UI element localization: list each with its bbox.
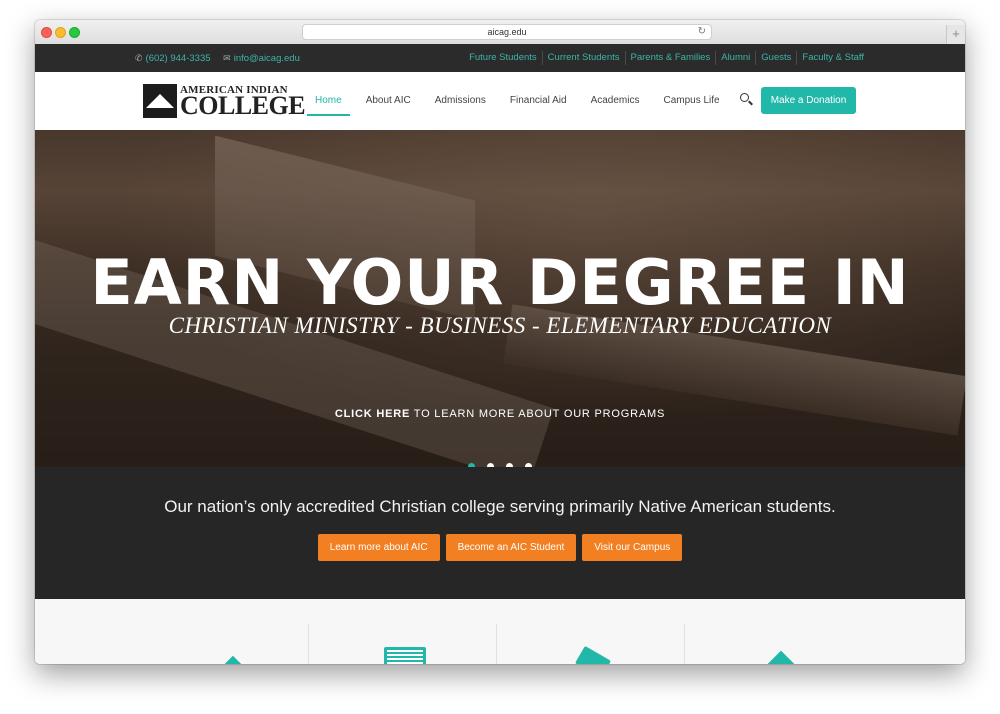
audience-link-guests[interactable]: Guests [755,51,796,65]
new-tab-button[interactable]: + [946,25,965,44]
site-header: AMERICAN INDIAN COLLEGE Home About AIC A… [35,72,965,541]
address-text: aicag.edu [487,27,527,37]
phone-link[interactable]: (602) 944-3335 [146,53,211,64]
hero-subline: CHRISTIAN MINISTRY - BUSINESS - ELEMENTA… [168,313,832,338]
intro-band: Our nation’s only accredited Christian c… [35,467,965,599]
phone-icon: ✆ [135,53,143,63]
nav-campus-life[interactable]: Campus Life [651,72,731,130]
audience-link-alumni[interactable]: Alumni [715,51,755,65]
nav-home[interactable]: Home [303,72,354,130]
feature-divider [496,624,497,664]
hero-cta-bold: CLICK HERE [334,408,411,420]
close-window-button[interactable] [41,27,52,38]
hero-headline: EARN YOUR DEGREE IN [90,246,910,319]
zoom-window-button[interactable] [69,27,80,38]
contact-info: ✆ (602) 944-3335 ✉ info@aicag.edu [135,44,310,73]
site-logo[interactable]: AMERICAN INDIAN COLLEGE [143,84,306,541]
feature-row [35,599,965,664]
become-student-button[interactable]: Become an AIC Student [445,534,577,561]
browser-window: aicag.edu ↻ + ✆ (602) 944-3335 ✉ info@aica… [35,20,965,664]
hero-cta-link[interactable]: CLICK HERE TO LEARN MORE ABOUT OUR PROGR… [35,408,965,420]
audience-link-faculty-staff[interactable]: Faculty & Staff [796,51,869,65]
hero-slider: EARN YOUR DEGREE IN CHRISTIAN MINISTRY -… [35,130,965,467]
donate-button[interactable]: Make a Donation [761,87,856,114]
nav-academics[interactable]: Academics [579,72,652,130]
logo-text-bottom: COLLEGE [180,91,306,120]
nav-financial-aid[interactable]: Financial Aid [498,72,579,130]
learn-more-button[interactable]: Learn more about AIC [317,534,440,561]
main-nav: Home About AIC Admissions Financial Aid … [303,72,732,130]
nav-admissions[interactable]: Admissions [423,72,498,130]
intro-buttons: Learn more about AIC Become an AIC Stude… [35,534,965,561]
audience-link-future-students[interactable]: Future Students [464,51,542,65]
reload-icon[interactable]: ↻ [698,25,706,39]
browser-chrome: aicag.edu ↻ + [35,20,965,45]
feature-divider [684,624,685,664]
hero-cta-text: TO LEARN MORE ABOUT OUR PROGRAMS [410,408,666,420]
address-bar[interactable]: aicag.edu ↻ [302,24,712,40]
audience-links: Future Students Current Students Parents… [464,44,869,65]
visit-campus-button[interactable]: Visit our Campus [582,534,683,561]
logo-emblem [143,84,177,541]
intro-tagline: Our nation’s only accredited Christian c… [164,497,836,516]
search-icon[interactable] [739,92,755,108]
audience-link-parents-families[interactable]: Parents & Families [624,51,716,65]
audience-link-current-students[interactable]: Current Students [541,51,625,65]
feature-divider [308,624,309,664]
nav-about[interactable]: About AIC [354,72,423,130]
utility-bar: ✆ (602) 944-3335 ✉ info@aicag.edu Future S… [35,44,965,72]
email-link[interactable]: info@aicag.edu [234,53,300,64]
mail-icon: ✉ [223,53,231,63]
minimize-window-button[interactable] [55,27,66,38]
